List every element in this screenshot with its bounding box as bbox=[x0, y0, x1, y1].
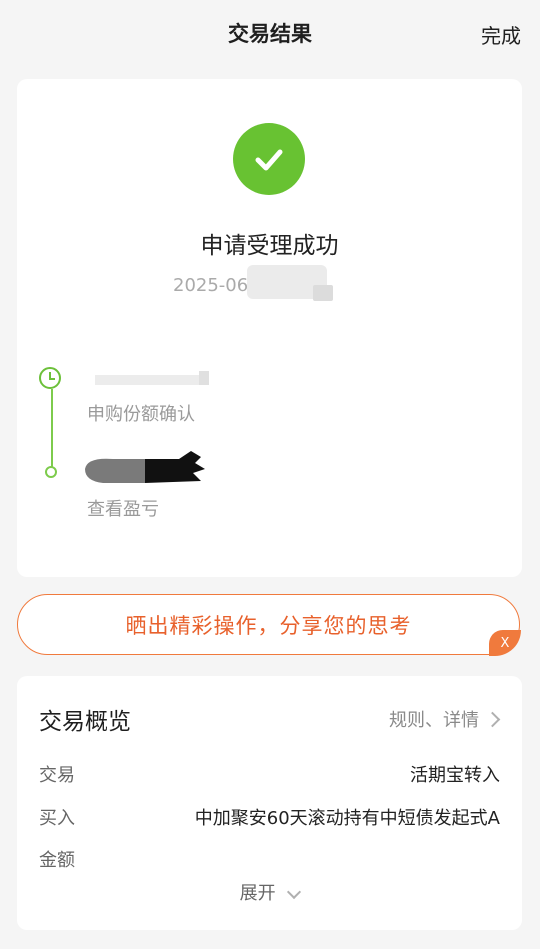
close-icon[interactable]: X bbox=[489, 630, 521, 656]
overview-title: 交易概览 bbox=[39, 709, 131, 735]
row-key: 买入 bbox=[39, 808, 75, 829]
row-key: 金额 bbox=[39, 850, 75, 871]
check-circle-icon bbox=[233, 123, 305, 195]
share-text: 晒出精彩操作，分享您的思考 bbox=[125, 613, 412, 638]
timeline-line bbox=[51, 389, 53, 475]
done-button[interactable]: 完成 bbox=[481, 20, 521, 49]
view-profit-link[interactable]: 查看盈亏 bbox=[87, 495, 159, 521]
top-bar: 交易结果 完成 bbox=[0, 0, 540, 64]
redacted-step-title bbox=[87, 369, 213, 389]
rules-details-label: 规则、详情 bbox=[389, 710, 479, 731]
row-value: 中加聚安60天滚动持有中短债发起式A bbox=[194, 808, 500, 829]
chevron-right-icon bbox=[484, 711, 501, 727]
trade-overview-card: 交易概览 规则、详情 交易 活期宝转入 买入 中加聚安60天滚动持有中短债发起式… bbox=[17, 676, 522, 930]
expand-label: 展开 bbox=[239, 883, 276, 904]
rules-details-link[interactable]: 规则、详情 bbox=[389, 706, 501, 732]
step-confirm-label: 申购份额确认 bbox=[87, 404, 195, 425]
result-card: 申请受理成功 2025-06 申购份额确认 查看盈亏 bbox=[17, 79, 522, 577]
row-key: 交易 bbox=[39, 765, 75, 786]
result-title: 申请受理成功 bbox=[200, 233, 339, 259]
row-value: 活期宝转入 bbox=[410, 765, 500, 786]
timeline-dot-icon bbox=[45, 466, 57, 478]
trade-result-page: 交易结果 完成 申请受理成功 2025-06 申购份额确认 查看盈亏 晒出精彩操… bbox=[0, 0, 540, 949]
expand-button[interactable]: 展开 bbox=[17, 879, 522, 905]
clock-icon bbox=[39, 367, 61, 389]
result-time: 2025-06 bbox=[173, 275, 249, 296]
redacted-area bbox=[313, 285, 333, 301]
redacted-step-title bbox=[83, 451, 213, 485]
page-title: 交易结果 bbox=[228, 22, 312, 46]
share-banner[interactable]: 晒出精彩操作，分享您的思考 X bbox=[17, 594, 521, 656]
chevron-down-icon bbox=[287, 884, 302, 900]
